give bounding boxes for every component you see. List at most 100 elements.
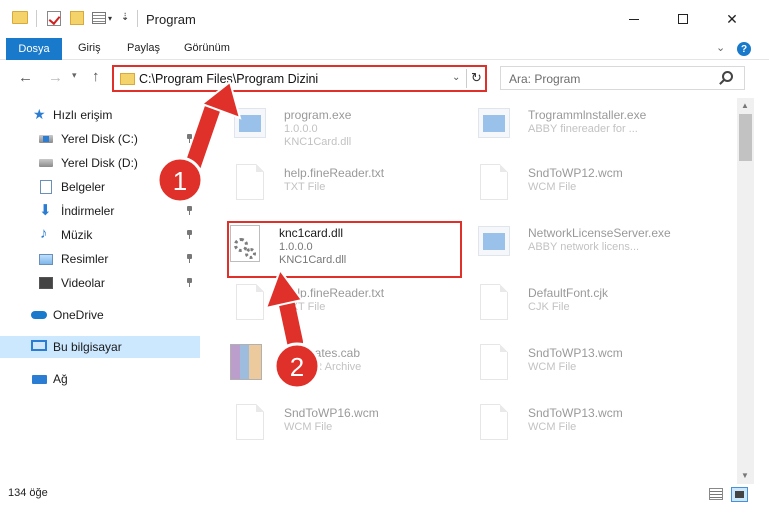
scroll-down-icon[interactable]: ▼ bbox=[741, 471, 749, 480]
address-path[interactable]: C:\Program Files\Program Dizini bbox=[139, 72, 318, 86]
sidebar-item-downloads[interactable]: ⬇ İndirmeler bbox=[0, 200, 200, 222]
refresh-icon[interactable]: ↻ bbox=[471, 70, 482, 86]
search-input[interactable]: Ara: Program bbox=[500, 66, 745, 90]
sidebar-item-quick-access[interactable]: ★ Hızlı erişim bbox=[0, 104, 200, 126]
file-item[interactable]: help.fineReader.txt TXT File bbox=[234, 284, 464, 324]
sidebar-item-documents[interactable]: Belgeler bbox=[0, 176, 200, 198]
status-bar: 134 öğe bbox=[0, 484, 769, 506]
pin-icon[interactable] bbox=[186, 254, 193, 263]
minimize-icon bbox=[629, 18, 639, 20]
file-type: WCM File bbox=[528, 361, 577, 373]
vertical-scrollbar[interactable]: ▲ ▼ bbox=[737, 98, 754, 484]
file-item[interactable]: Trogrammlnstaller.exe ABBY finereader fo… bbox=[478, 106, 728, 146]
sidebar-item-this-pc[interactable]: Bu bilgisayar bbox=[0, 336, 200, 358]
tab-paylas[interactable]: Paylaş bbox=[127, 42, 160, 54]
file-item[interactable]: DefaultFont.cjk CJK File bbox=[478, 284, 728, 324]
tab-giris[interactable]: Giriş bbox=[78, 42, 101, 54]
details-view-icon[interactable] bbox=[709, 488, 723, 500]
close-button[interactable]: ✕ bbox=[709, 4, 755, 34]
drive-icon bbox=[39, 159, 53, 167]
file-name: SndToWP13.wcm bbox=[528, 346, 623, 360]
file-list: program.exe 1.0.0.0 KNC1Card.dll Trogram… bbox=[212, 98, 736, 478]
file-type: WCM File bbox=[528, 181, 577, 193]
file-type: WinRAR Archive bbox=[280, 361, 362, 373]
file-description: KNC1Card.dll bbox=[284, 136, 352, 148]
ribbon-tabs: Dosya Giriş Paylaş Görünüm ⌄ ? bbox=[0, 38, 769, 60]
address-separator bbox=[466, 69, 467, 88]
document-file-icon bbox=[478, 344, 510, 384]
navigation-pane: ★ Hızlı erişim Yerel Disk (C:) Yerel Dis… bbox=[0, 98, 210, 478]
file-item[interactable]: certificates.cab WinRAR Archive bbox=[230, 344, 464, 384]
search-icon[interactable] bbox=[722, 71, 733, 82]
forward-button[interactable]: → bbox=[48, 69, 63, 86]
pin-icon[interactable] bbox=[186, 134, 193, 143]
address-bar[interactable]: C:\Program Files\Program Dizini ⌄ ↻ bbox=[112, 65, 487, 92]
text-file-icon bbox=[234, 164, 266, 204]
tab-dosya[interactable]: Dosya bbox=[6, 38, 62, 60]
file-item[interactable]: help.fineReader.txt TXT File bbox=[234, 164, 464, 204]
pin-icon[interactable] bbox=[186, 158, 193, 167]
scroll-thumb[interactable] bbox=[739, 114, 752, 161]
file-item[interactable]: SndToWP12.wcm WCM File bbox=[478, 164, 728, 204]
sidebar-item-local-disk-c[interactable]: Yerel Disk (C:) bbox=[0, 128, 200, 150]
file-name: SndToWP12.wcm bbox=[528, 166, 623, 180]
file-type: TXT File bbox=[284, 181, 326, 193]
large-icons-view-icon[interactable] bbox=[731, 487, 748, 502]
sidebar-item-label: Resimler bbox=[61, 252, 109, 266]
sidebar-item-label: OneDrive bbox=[53, 308, 104, 322]
folder-icon bbox=[120, 73, 135, 85]
exe-file-icon bbox=[234, 106, 266, 146]
sidebar-item-onedrive[interactable]: OneDrive bbox=[0, 304, 200, 326]
pin-icon[interactable] bbox=[186, 278, 193, 287]
music-icon: ♪ bbox=[40, 225, 48, 242]
archive-file-icon bbox=[230, 344, 262, 384]
close-icon: ✕ bbox=[726, 10, 738, 27]
sidebar-item-label: Videolar bbox=[61, 276, 105, 290]
toolbar-separator bbox=[36, 10, 37, 27]
exe-file-icon bbox=[478, 224, 510, 264]
file-item[interactable]: NetworkLicenseServer.exe ABBY network li… bbox=[478, 224, 728, 264]
sidebar-item-label: Belgeler bbox=[61, 180, 106, 194]
file-item[interactable]: SndToWP13.wcm WCM File bbox=[478, 344, 728, 384]
recent-locations-icon[interactable]: ▾ bbox=[72, 70, 77, 81]
documents-icon bbox=[40, 180, 52, 194]
chevron-down-icon[interactable]: ▾ bbox=[108, 14, 112, 23]
network-icon bbox=[32, 375, 47, 384]
scroll-up-icon[interactable]: ▲ bbox=[741, 101, 749, 110]
file-name: SndToWP13.wcm bbox=[528, 406, 623, 420]
file-item[interactable]: SndToWP16.wcm WCM File bbox=[234, 404, 464, 444]
file-type: WCM File bbox=[528, 421, 577, 433]
pin-icon[interactable] bbox=[186, 206, 193, 215]
navigation-bar: ← → ▾ ↑ C:\Program Files\Program Dizini … bbox=[0, 60, 769, 96]
ribbon-expand-icon[interactable]: ⌄ bbox=[716, 41, 725, 54]
help-icon[interactable]: ? bbox=[737, 42, 751, 56]
minimize-button[interactable] bbox=[611, 4, 657, 34]
pin-icon[interactable] bbox=[186, 230, 193, 239]
view-icon[interactable] bbox=[92, 12, 106, 24]
sidebar-item-music[interactable]: ♪ Müzik bbox=[0, 224, 200, 246]
back-button[interactable]: ← bbox=[18, 69, 33, 86]
sidebar-item-label: Bu bilgisayar bbox=[53, 340, 122, 354]
window-title: Program bbox=[146, 12, 196, 27]
file-item[interactable]: program.exe 1.0.0.0 KNC1Card.dll bbox=[234, 106, 464, 148]
sidebar-item-label: Yerel Disk (C:) bbox=[61, 132, 138, 146]
item-count: 134 öğe bbox=[8, 487, 48, 499]
file-item[interactable]: SndToWP13.wcm WCM File bbox=[478, 404, 728, 444]
customize-toolbar-icon[interactable]: ⇣ bbox=[121, 12, 129, 23]
file-name: NetworkLicenseServer.exe bbox=[528, 226, 671, 240]
new-folder-icon[interactable] bbox=[70, 11, 84, 25]
file-name: SndToWP16.wcm bbox=[284, 406, 379, 420]
maximize-button[interactable] bbox=[660, 4, 706, 34]
file-type: TXT File bbox=[284, 301, 326, 313]
up-button[interactable]: ↑ bbox=[92, 68, 100, 85]
tab-gorunum[interactable]: Görünüm bbox=[184, 42, 230, 54]
chevron-down-icon[interactable]: ⌄ bbox=[452, 72, 460, 83]
properties-check-icon[interactable] bbox=[47, 11, 61, 26]
document-file-icon bbox=[234, 404, 266, 444]
sidebar-item-videos[interactable]: Videolar bbox=[0, 272, 200, 294]
sidebar-item-pictures[interactable]: Resimler bbox=[0, 248, 200, 270]
search-placeholder: Ara: Program bbox=[509, 72, 581, 86]
pin-icon[interactable] bbox=[186, 182, 193, 191]
sidebar-item-local-disk-d[interactable]: Yerel Disk (D:) bbox=[0, 152, 200, 174]
sidebar-item-network[interactable]: Ağ bbox=[0, 368, 200, 390]
